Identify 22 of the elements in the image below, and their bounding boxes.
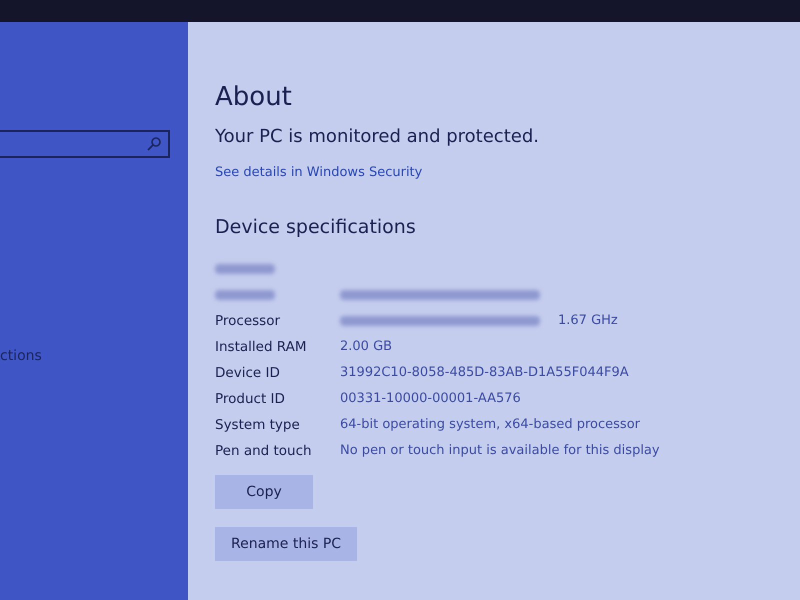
spec-label: Installed RAM bbox=[215, 338, 308, 354]
spec-value: No pen or touch input is available for this display bbox=[340, 443, 660, 458]
spec-value: 2.00 GB bbox=[340, 339, 392, 354]
spec-value: 64-bit operating system, x64-based processor bbox=[340, 417, 640, 432]
security-link[interactable]: See details in Windows Security bbox=[215, 165, 422, 180]
spec-label: Device ID bbox=[215, 364, 281, 380]
search-icon bbox=[146, 136, 162, 152]
action-button[interactable]: Copy bbox=[215, 475, 313, 509]
spec-label: Product ID bbox=[215, 390, 286, 406]
section-heading: Device specifications bbox=[215, 216, 416, 238]
spec-value: 31992C10-8058-485D-83AB-D1A55F044F9A bbox=[340, 365, 629, 380]
spec-value: 1.67 GHz bbox=[558, 313, 618, 328]
action-button[interactable]: Rename this PC bbox=[215, 527, 358, 561]
search-field[interactable] bbox=[0, 130, 170, 158]
protection-status: Your PC is monitored and protected. bbox=[215, 126, 539, 147]
spec-label: System type bbox=[215, 416, 301, 432]
blurred-text bbox=[215, 290, 275, 300]
blurred-text bbox=[215, 264, 275, 274]
spec-label: Processor bbox=[215, 312, 282, 328]
spec-label: Pen and touch bbox=[215, 442, 313, 458]
page-title: About bbox=[215, 82, 292, 112]
spec-value: 00331-10000-00001-AA576 bbox=[340, 391, 521, 406]
